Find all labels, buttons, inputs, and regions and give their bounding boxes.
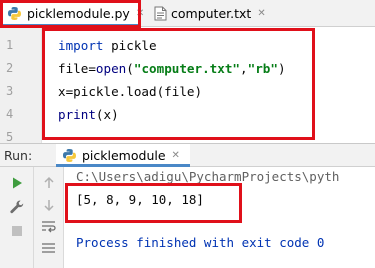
console-output: [5, 8, 9, 10, 18]	[76, 192, 204, 207]
code-token: pickle	[103, 38, 157, 53]
code-token: print	[58, 107, 96, 122]
run-label: Run:	[4, 148, 33, 163]
code-token: (x)	[95, 107, 119, 122]
wrench-icon[interactable]	[8, 198, 26, 216]
line-number: 5	[6, 130, 14, 144]
run-tab-label: picklemodule	[82, 148, 166, 163]
editor-tab-bar: picklemodule.py ✕ computer.txt ✕	[0, 0, 375, 27]
line-number: 4	[6, 107, 14, 121]
line-number: 1	[6, 38, 14, 52]
python-file-icon	[62, 148, 77, 163]
code-line[interactable]: x=pickle.load(file)	[58, 80, 286, 103]
code-token: import	[58, 38, 104, 53]
console-exit-message: Process finished with exit code 0	[76, 235, 325, 250]
line-number-gutter: 1 2 3 4 5	[0, 28, 42, 144]
code-line[interactable]: import pickle	[58, 34, 286, 57]
run-toolbar-secondary	[34, 167, 64, 268]
python-file-icon	[7, 6, 22, 21]
code-lines[interactable]: import pickle file=open("computer.txt","r…	[58, 34, 286, 126]
code-token: file=	[58, 61, 96, 76]
run-config-tab[interactable]: picklemodule ✕	[56, 144, 190, 167]
tab-picklemodule-py[interactable]: picklemodule.py ✕	[1, 0, 144, 27]
arrow-up-icon[interactable]	[40, 174, 58, 192]
code-token: )	[277, 61, 286, 76]
line-number: 2	[6, 61, 14, 75]
code-token: (	[126, 61, 134, 76]
text-file-icon	[154, 6, 167, 21]
code-line[interactable]: file=open("computer.txt","rb")	[58, 57, 286, 80]
code-token: "rb"	[247, 61, 278, 76]
line-number: 3	[6, 84, 14, 98]
tab-label: picklemodule.py	[27, 6, 130, 21]
code-line[interactable]: print(x)	[58, 103, 286, 126]
code-token: x=pickle.load(file)	[58, 84, 203, 99]
run-tool-window-header: Run: picklemodule ✕	[0, 143, 375, 167]
arrow-down-icon[interactable]	[40, 196, 58, 214]
code-token: "computer.txt"	[133, 61, 241, 76]
console-line: C:\Users\adigu\PycharmProjects\pyth	[76, 169, 340, 184]
rerun-icon[interactable]	[8, 174, 26, 192]
close-icon[interactable]: ✕	[136, 8, 144, 19]
code-token: ,	[240, 61, 248, 76]
scroll-to-end-icon[interactable]	[40, 240, 58, 258]
active-tab-indicator	[1, 24, 139, 27]
tab-computer-txt[interactable]: computer.txt ✕	[150, 0, 288, 27]
code-token: open	[95, 61, 127, 76]
close-icon[interactable]: ✕	[257, 8, 265, 19]
tab-label: computer.txt	[171, 6, 252, 21]
soft-wrap-icon[interactable]	[40, 218, 58, 236]
stop-icon[interactable]	[8, 222, 26, 240]
run-console[interactable]: C:\Users\adigu\PycharmProjects\pyth [5, …	[65, 167, 375, 268]
run-toolbar-primary	[0, 167, 34, 268]
code-editor[interactable]: 1 2 3 4 5 import pickle file=open("comput…	[0, 28, 375, 144]
close-icon[interactable]: ✕	[172, 150, 180, 161]
